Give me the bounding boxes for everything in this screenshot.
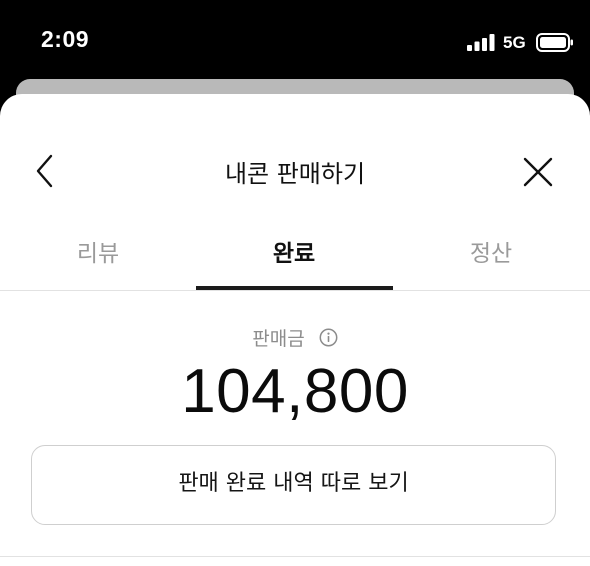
close-icon: [523, 157, 553, 187]
tab-bar: 리뷰 완료 정산: [0, 218, 590, 291]
status-bar: 2:09 5G: [0, 0, 590, 80]
bottom-sheet: 내콘 판매하기 리뷰 완료 정산 판매금 104,800 판매 완료 내역 따로…: [0, 94, 590, 566]
battery-icon: [536, 33, 573, 52]
app-screen: 2:09 5G 내콘 판매하기 리뷰 완료 정산 판매금 104,800 판매 …: [0, 0, 590, 566]
page-title: 내콘 판매하기: [224, 160, 366, 188]
network-label: 5G: [503, 33, 526, 52]
status-time: 2:09: [41, 26, 90, 52]
amount-value: 104,800: [181, 357, 409, 426]
signal-icon: [467, 34, 495, 51]
info-icon[interactable]: [319, 328, 338, 347]
amount-label: 판매금: [252, 328, 305, 350]
view-sales-history-button[interactable]: 판매 완료 내역 따로 보기: [31, 445, 556, 525]
tab-review[interactable]: 리뷰: [0, 234, 196, 268]
divider: [0, 556, 590, 557]
tab-complete[interactable]: 완료: [196, 234, 392, 268]
tab-settlement[interactable]: 정산: [393, 234, 589, 268]
close-button[interactable]: [518, 152, 558, 192]
amount-label-row: 판매금: [0, 324, 590, 351]
active-tab-indicator: [196, 286, 393, 290]
